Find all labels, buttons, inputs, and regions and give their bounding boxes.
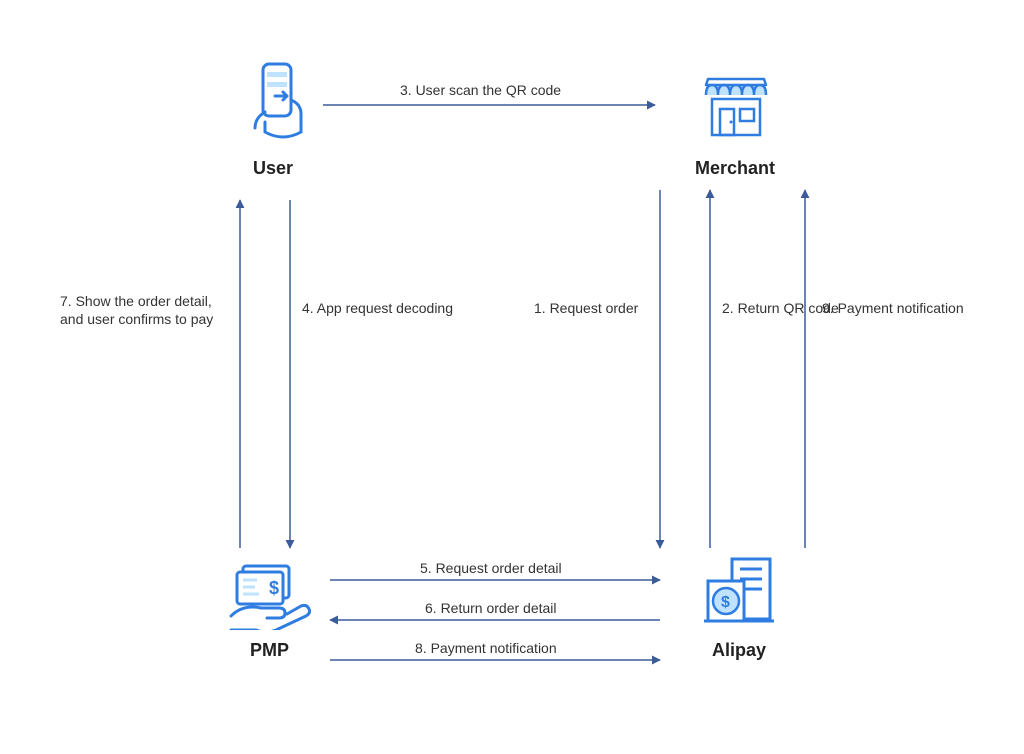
edge-9-label: 9. Payment notification: [822, 300, 964, 316]
pmp-hand-money-icon: $: [225, 560, 311, 630]
edge-7-label: 7. Show the order detail, and user confi…: [60, 292, 213, 328]
edge-5-label: 5. Request order detail: [420, 560, 562, 576]
edge-4-label: 4. App request decoding: [302, 300, 453, 316]
edge-1-label: 1. Request order: [534, 300, 638, 316]
alipay-label: Alipay: [712, 640, 766, 661]
svg-text:$: $: [721, 594, 730, 611]
user-phone-icon: [245, 60, 309, 140]
user-label: User: [253, 158, 293, 179]
edge-3-label: 3. User scan the QR code: [400, 82, 561, 98]
pmp-label: PMP: [250, 640, 289, 661]
edge-6-label: 6. Return order detail: [425, 600, 557, 616]
svg-text:$: $: [269, 578, 279, 598]
alipay-building-icon: $: [700, 555, 778, 627]
edge-8-label: 8. Payment notification: [415, 640, 557, 656]
merchant-store-icon: [700, 75, 772, 141]
merchant-label: Merchant: [695, 158, 775, 179]
